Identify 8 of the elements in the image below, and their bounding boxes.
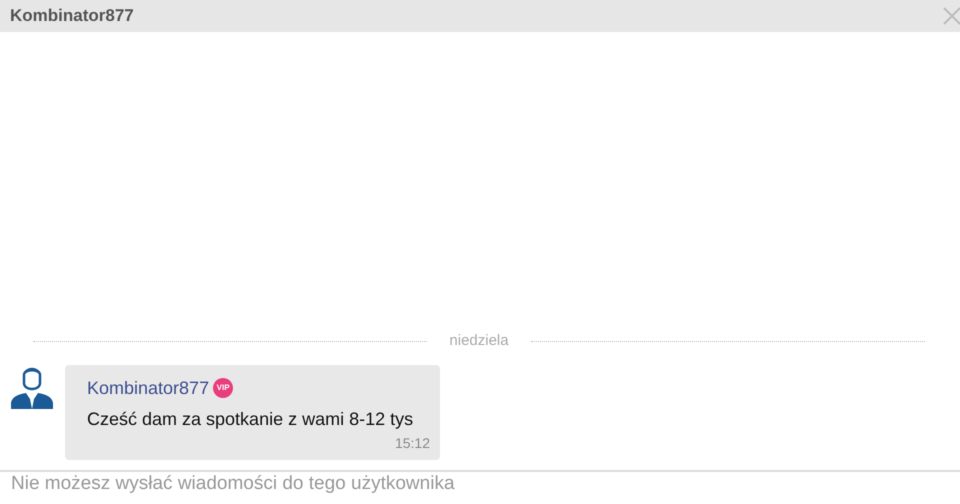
message-text: Cześć dam za spotkanie z wami 8-12 tys — [87, 408, 414, 431]
notice-text: Nie możesz wysłać wiadomości do tego użytkownika — [10, 472, 456, 496]
chat-title: Kombinator877 — [9, 5, 134, 28]
sender-name[interactable]: Kombinator877 — [87, 374, 210, 402]
date-divider: niedziela — [448, 331, 510, 351]
close-icon[interactable] — [942, 6, 960, 26]
vip-badge: VIP — [213, 378, 234, 398]
message-time: 15:12 — [394, 434, 430, 452]
